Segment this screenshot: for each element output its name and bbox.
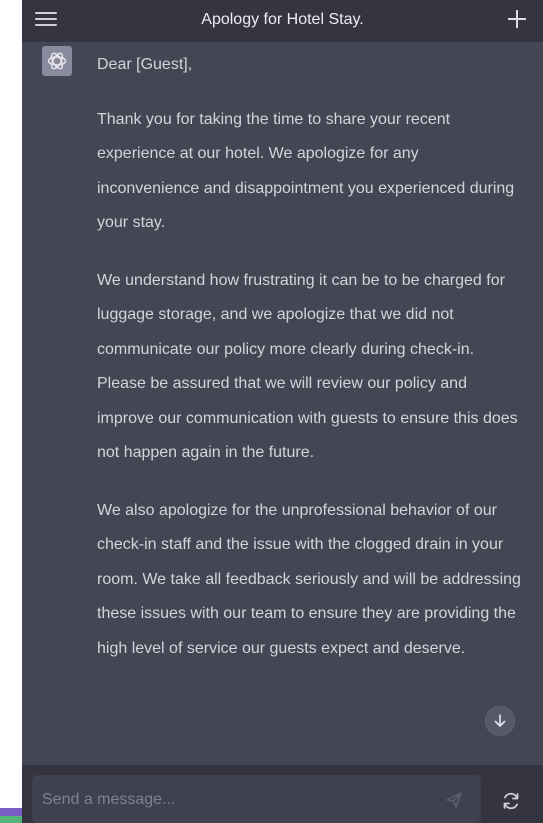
message-input-box [32,775,481,823]
arrow-down-icon [494,714,506,727]
background-accent-green [0,816,22,823]
conversation-title: Apology for Hotel Stay. [201,11,364,28]
paragraph-thanks: Thank you for taking the time to share y… [97,110,515,232]
scroll-to-bottom-button[interactable] [485,706,515,736]
message-input[interactable] [42,789,422,811]
plus-icon[interactable] [507,9,527,29]
paper-plane-icon[interactable] [444,790,464,810]
chat-app: Apology for Hotel Stay. Dear [Guest], Th… [22,0,543,823]
assistant-message: Dear [Guest], Thank you for taking the t… [22,42,543,765]
top-bar: Apology for Hotel Stay. [22,0,543,43]
composer [22,765,543,823]
message-text: Dear [Guest], Thank you for taking the t… [97,48,522,689]
paragraph-staff: We also apologize for the unprofessional… [97,501,521,657]
hamburger-menu-icon[interactable] [35,10,57,28]
refresh-icon[interactable] [500,790,522,812]
assistant-logo-icon [42,46,72,76]
page: Apology for Hotel Stay. Dear [Guest], Th… [0,0,543,823]
greeting-line: Dear [Guest], [97,56,193,73]
paragraph-luggage: We understand how frustrating it can be … [97,271,518,462]
